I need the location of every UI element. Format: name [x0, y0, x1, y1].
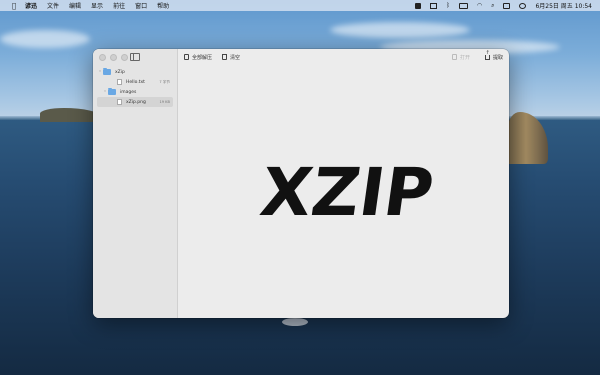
app-status-icon[interactable]: [415, 2, 422, 9]
cloud: [0, 30, 90, 48]
tree-row-images[interactable]: ˅ images: [93, 87, 177, 97]
menu-window[interactable]: 窗口: [135, 1, 147, 10]
tree-row-hello[interactable]: Hello.txt 7 字节: [93, 77, 177, 87]
tree-item-label: Hello.txt: [126, 79, 145, 85]
extract-all-button[interactable]: 全部解压: [184, 54, 212, 61]
tree-item-label: images: [120, 89, 137, 95]
extract-label: 提取: [492, 54, 503, 61]
logo-text: XZIP: [255, 157, 438, 227]
apple-menu-icon[interactable]: : [10, 2, 18, 10]
menu-help[interactable]: 帮助: [157, 1, 169, 10]
xzip-logo: XZIP: [255, 157, 438, 227]
bluetooth-icon[interactable]: ᛒ: [446, 2, 450, 9]
minimize-button[interactable]: [110, 54, 117, 61]
wifi-icon[interactable]: ◠: [477, 2, 482, 9]
file-size: 7 字节: [159, 79, 170, 84]
menu-go[interactable]: 前往: [113, 1, 125, 10]
menu-edit[interactable]: 编辑: [69, 1, 81, 10]
cloud: [330, 22, 470, 38]
chevron-down-icon[interactable]: ˅: [98, 70, 102, 75]
menu-bar:  谚迅 文件 编辑 显示 前往 窗口 帮助 ᛒ ◠ ⌕ 6月25日 周五 10…: [0, 0, 600, 11]
menu-view[interactable]: 显示: [91, 1, 103, 10]
tree-row-xzip-png[interactable]: xZip.png 19 KB: [97, 97, 173, 107]
siri-icon[interactable]: [519, 2, 527, 9]
tree-row-xzip[interactable]: ˅ xZip: [93, 67, 177, 77]
xzip-window: ˅ xZip Hello.txt 7 字节 ˅ images xZip.png …: [93, 49, 509, 318]
tree-item-label: xZip: [115, 69, 125, 75]
trash-icon: [222, 54, 228, 60]
status-area: ᛒ ◠ ⌕ 6月25日 周五 10:54: [415, 0, 592, 11]
tree-item-label: xZip.png: [126, 99, 146, 105]
control-center-icon[interactable]: [503, 2, 511, 9]
folder-icon: [108, 87, 116, 95]
app-menu[interactable]: 谚迅: [25, 1, 37, 10]
open-label: 打开: [459, 54, 470, 61]
island: [40, 108, 100, 122]
menu-file[interactable]: 文件: [47, 1, 59, 10]
archive-icon: [184, 54, 189, 60]
search-icon[interactable]: ⌕: [491, 2, 494, 10]
extract-button[interactable]: 提取: [484, 50, 503, 61]
extract-all-label: 全部解压: [192, 54, 213, 61]
traffic-lights: [99, 54, 128, 61]
rock: [282, 318, 308, 326]
chevron-down-icon[interactable]: ˅: [103, 90, 107, 95]
toolbar: 全部解压 清空 打开 提取: [178, 49, 509, 65]
file-icon: [117, 79, 122, 85]
screen-mirror-icon[interactable]: [430, 2, 438, 9]
clear-button[interactable]: 清空: [222, 54, 240, 61]
open-button[interactable]: 打开: [451, 54, 470, 61]
battery-icon[interactable]: [458, 2, 468, 9]
folder-icon: [103, 67, 111, 75]
clear-label: 清空: [230, 54, 241, 61]
clock[interactable]: 6月25日 周五 10:54: [535, 1, 592, 10]
sidebar-toggle-icon[interactable]: [130, 53, 140, 61]
file-size: 19 KB: [159, 100, 170, 104]
share-icon: [484, 50, 490, 60]
close-button[interactable]: [99, 54, 106, 61]
copy-icon: [451, 54, 457, 60]
zoom-button[interactable]: [121, 54, 128, 61]
sidebar: ˅ xZip Hello.txt 7 字节 ˅ images xZip.png …: [93, 49, 178, 318]
toolbar-right: 打开 提取: [446, 49, 503, 65]
image-preview: XZIP: [178, 65, 509, 318]
image-file-icon: [117, 99, 122, 105]
file-tree: ˅ xZip Hello.txt 7 字节 ˅ images xZip.png …: [93, 67, 177, 107]
